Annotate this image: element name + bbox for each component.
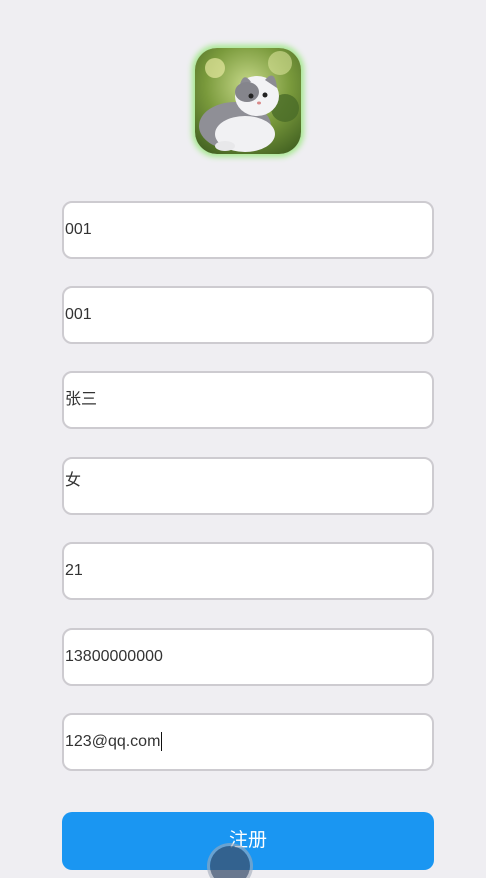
avatar[interactable] xyxy=(195,48,301,154)
cat-photo-icon xyxy=(195,48,301,154)
field-7[interactable]: 123@qq.com xyxy=(62,713,434,771)
field-2-value: 001 xyxy=(65,306,92,323)
field-5[interactable]: 21 xyxy=(62,542,434,600)
field-5-value: 21 xyxy=(65,562,83,579)
field-1[interactable]: 001 xyxy=(62,201,434,259)
text-cursor xyxy=(161,732,163,752)
field-4[interactable]: 女 xyxy=(62,457,434,515)
field-6[interactable]: 13800000000 xyxy=(62,628,434,686)
field-2[interactable]: 001 xyxy=(62,286,434,344)
field-6-value: 13800000000 xyxy=(65,648,163,665)
field-1-value: 001 xyxy=(65,221,92,238)
field-3[interactable]: 张三 xyxy=(62,371,434,429)
field-7-value: 123@qq.com xyxy=(65,733,161,750)
touch-indicator xyxy=(210,846,250,878)
field-3-value: 张三 xyxy=(65,391,98,408)
field-4-value: 女 xyxy=(65,472,82,489)
register-screen: 001 001 张三 女 21 13800000000 123@qq.com 注… xyxy=(0,0,486,878)
